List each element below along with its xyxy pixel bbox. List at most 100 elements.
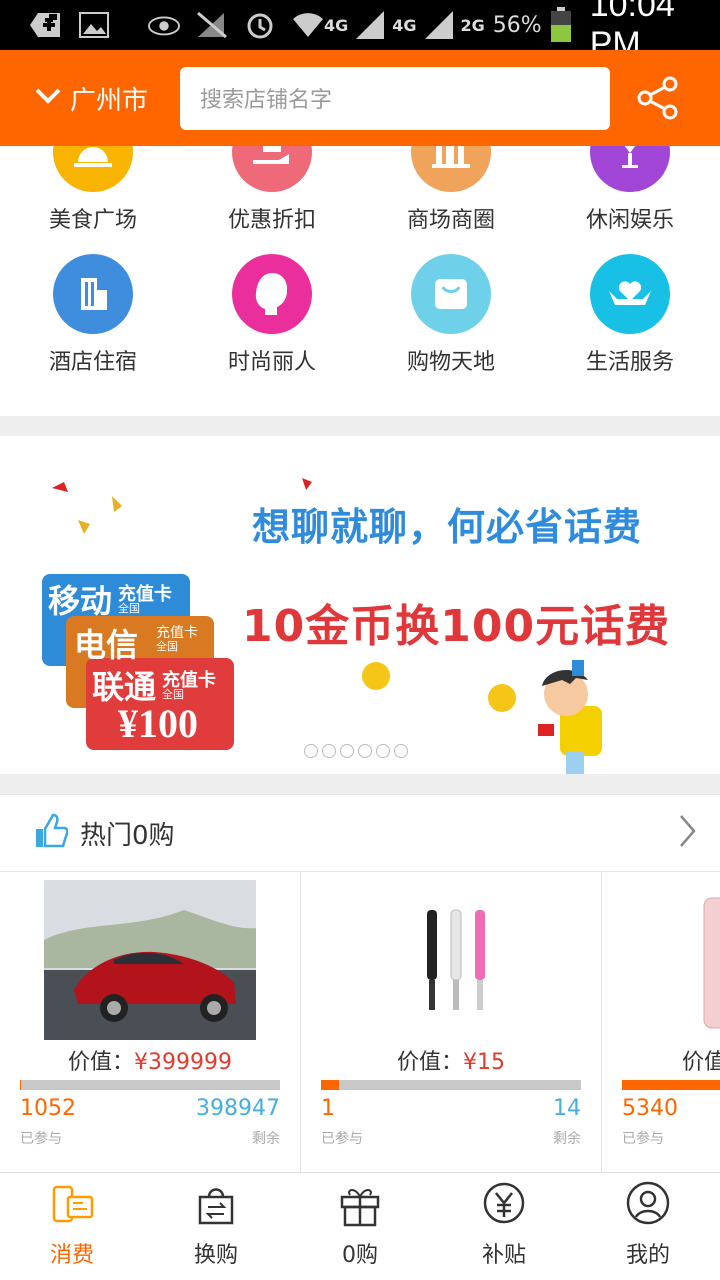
- price-label: 价值：: [396, 1050, 463, 1075]
- signal-icon: [356, 11, 385, 39]
- eye-icon: [148, 11, 180, 39]
- network-type-3: 2G: [460, 15, 485, 35]
- category-hotel[interactable]: 酒店住宿: [3, 254, 183, 376]
- banner-headline: 想聊就聊，何必省话费: [252, 505, 643, 549]
- category-food[interactable]: 美食广场: [3, 146, 183, 234]
- banner-pager[interactable]: [304, 744, 408, 758]
- category-label: 商场商圈: [406, 208, 495, 233]
- category-grid: 美食广场 优惠折扣 商场商圈 休闲娱乐 酒店住宿 时尚丽人 购物天地 生活服务: [0, 146, 720, 416]
- price-amount: ¥399999: [134, 1050, 232, 1075]
- coupon-hand-icon: [232, 146, 312, 192]
- card2-scope: 全国: [156, 640, 178, 653]
- bottom-nav: 消费 换购 0购 补贴 我的: [0, 1172, 720, 1280]
- pager-dot[interactable]: [340, 744, 354, 758]
- nav-subsidy[interactable]: 补贴: [432, 1173, 576, 1280]
- category-mall[interactable]: 商场商圈: [361, 146, 541, 234]
- section-divider: [0, 774, 720, 794]
- nav-label: 0购: [342, 1243, 378, 1268]
- nav-label: 消费: [49, 1243, 94, 1268]
- price-label: 价值：: [68, 1050, 135, 1075]
- joined-label: 已参与: [622, 1131, 664, 1147]
- product-price: 价值：¥399999: [0, 1044, 300, 1076]
- joined-label: 已参与: [20, 1131, 62, 1147]
- wifi-icon: [292, 11, 324, 39]
- image-icon: [78, 11, 110, 39]
- pager-dot[interactable]: [304, 744, 318, 758]
- category-label: 美食广场: [48, 208, 137, 233]
- product-carousel: 价值：¥399999 1052 398947 已参与 剩余 价值：¥15 1 1…: [0, 872, 720, 1172]
- confetti: [112, 496, 122, 512]
- confetti: [52, 482, 68, 492]
- top-bar: 广州市 搜索店铺名字: [0, 50, 720, 146]
- car-image: [44, 880, 256, 1040]
- gift-icon: [336, 1181, 384, 1233]
- progress-bar: [321, 1080, 581, 1090]
- section-divider: [0, 416, 720, 436]
- nav-zero-buy[interactable]: 0购: [288, 1173, 432, 1280]
- dining-icon: [53, 146, 133, 192]
- pager-dot[interactable]: [376, 744, 390, 758]
- hot-section-header[interactable]: 热门0购: [0, 794, 720, 872]
- network-type-1: 4G: [324, 15, 349, 35]
- category-fashion[interactable]: 时尚丽人: [182, 254, 362, 376]
- category-services[interactable]: 生活服务: [540, 254, 720, 376]
- joined-count: 5340: [622, 1096, 678, 1121]
- chevron-right-icon[interactable]: [678, 814, 696, 852]
- remain-label: 剩余: [252, 1131, 280, 1147]
- cartoon-character: [538, 660, 602, 774]
- product-card[interactable]: 价值：¥399999 1052 398947 已参与 剩余: [0, 872, 301, 1172]
- category-discount[interactable]: 优惠折扣: [182, 146, 362, 234]
- user-icon: [624, 1181, 672, 1233]
- category-label: 生活服务: [585, 350, 674, 375]
- progress-bar: [622, 1080, 720, 1090]
- nav-exchange[interactable]: 换购: [144, 1173, 288, 1280]
- nav-label: 换购: [193, 1243, 238, 1268]
- heart-hands-icon: [590, 254, 670, 334]
- signal-icon-2: [424, 11, 453, 39]
- status-bar: 4G 4G 2G 56% 10:04 PM: [0, 0, 720, 63]
- shopping-bag-icon: [411, 254, 491, 334]
- price-label: 价值: [682, 1050, 720, 1075]
- exchange-bag-icon: [192, 1181, 240, 1233]
- no-signal-icon: [196, 11, 228, 39]
- product-card[interactable]: 价值：¥15 1 14 已参与 剩余: [301, 872, 602, 1172]
- phone-image: [702, 880, 720, 1040]
- pager-dot[interactable]: [322, 744, 336, 758]
- network-type-2: 4G: [392, 15, 417, 35]
- battery-percent: 56%: [492, 12, 542, 38]
- cocktail-icon: [590, 146, 670, 192]
- share-button[interactable]: [636, 76, 680, 120]
- add-notification-icon: [30, 11, 62, 39]
- battery-icon: [550, 7, 572, 42]
- coin: [362, 662, 390, 690]
- nav-consume[interactable]: 消费: [0, 1173, 144, 1280]
- pager-dot[interactable]: [394, 744, 408, 758]
- thumbs-up-icon: [34, 813, 69, 853]
- nav-mine[interactable]: 我的: [576, 1173, 720, 1280]
- usb-lamp-image: [345, 880, 557, 1040]
- phone-card-icon: [48, 1181, 96, 1233]
- category-shopping[interactable]: 购物天地: [361, 254, 541, 376]
- progress-fill: [321, 1080, 340, 1090]
- chevron-down-icon: [34, 83, 70, 113]
- city-selector[interactable]: 广州市: [0, 80, 180, 117]
- coin: [488, 684, 516, 712]
- price-amount: ¥15: [463, 1050, 505, 1075]
- category-leisure[interactable]: 休闲娱乐: [540, 146, 720, 234]
- pager-dot[interactable]: [358, 744, 372, 758]
- category-label: 优惠折扣: [227, 208, 316, 233]
- product-price: 价值: [682, 1044, 720, 1076]
- share-icon: [637, 76, 678, 120]
- search-placeholder: 搜索店铺名字: [200, 88, 333, 113]
- joined-count: 1052: [20, 1096, 76, 1121]
- alarm-icon: [244, 11, 276, 39]
- search-input[interactable]: 搜索店铺名字: [180, 66, 610, 130]
- card3-amount: ¥100: [118, 701, 198, 746]
- progress-fill: [20, 1080, 21, 1090]
- remain-count: 398947: [196, 1096, 280, 1121]
- joined-label: 已参与: [321, 1131, 363, 1147]
- category-label: 酒店住宿: [48, 350, 137, 375]
- product-card[interactable]: 价值 5340 已参与: [602, 872, 720, 1172]
- promo-banner[interactable]: 想聊就聊，何必省话费 10金币换100元话费 移动 充值卡 全国 电信 充值卡 …: [0, 436, 720, 774]
- banner-subline: 10金币换100元话费: [242, 601, 671, 652]
